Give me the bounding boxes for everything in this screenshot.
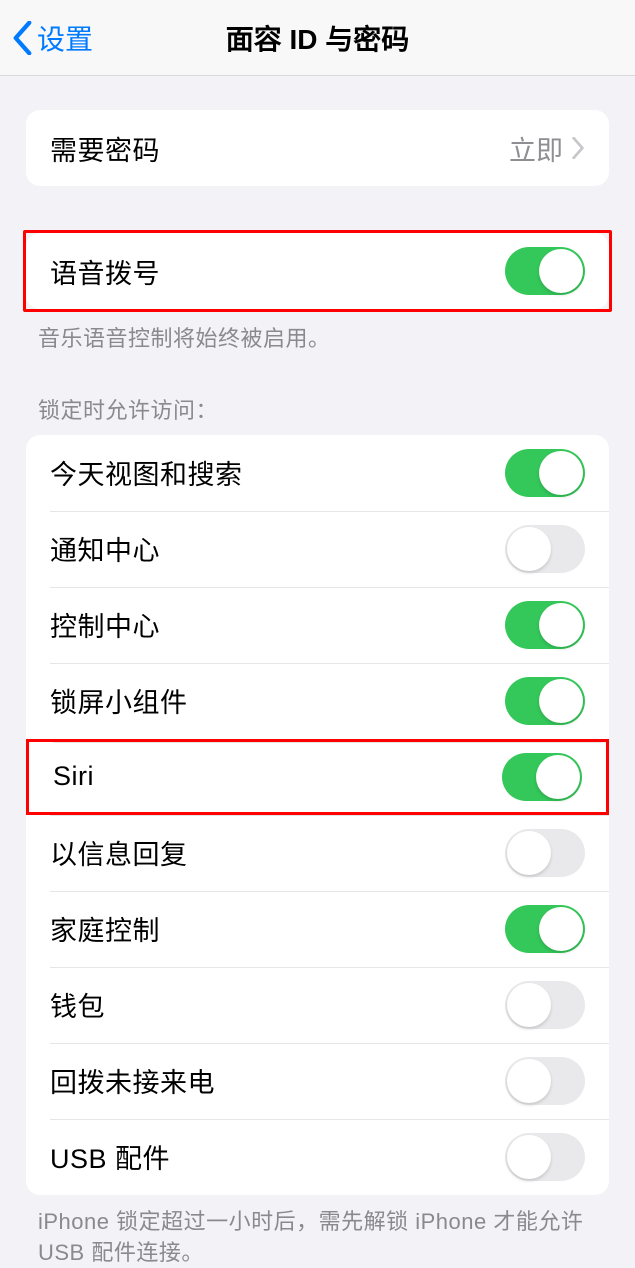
siri-toggle[interactable] [502,753,582,801]
voice-dial-footer: 音乐语音控制将始终被启用。 [26,312,609,355]
lock-widgets-row: 锁屏小组件 [26,663,609,739]
notification-center-label: 通知中心 [50,529,160,568]
reply-with-message-toggle[interactable] [505,829,585,877]
voice-dial-label: 语音拨号 [50,252,160,291]
require-passcode-label: 需要密码 [50,129,160,168]
home-control-row: 家庭控制 [26,891,609,967]
nav-header: 设置 面容 ID 与密码 [0,0,635,76]
today-view-toggle[interactable] [505,449,585,497]
lock-widgets-toggle[interactable] [505,677,585,725]
require-passcode-group: 需要密码 立即 [26,110,609,186]
usb-accessories-label: USB 配件 [50,1137,170,1176]
today-view-label: 今天视图和搜索 [50,453,243,492]
siri-label: Siri [53,761,94,792]
require-passcode-value: 立即 [509,129,585,168]
home-control-label: 家庭控制 [50,909,160,948]
voice-dial-group: 语音拨号 [26,233,609,309]
require-passcode-row[interactable]: 需要密码 立即 [26,110,609,186]
back-label: 设置 [37,18,93,58]
highlight-voice-dial: 语音拨号 [23,230,612,312]
lock-widgets-label: 锁屏小组件 [50,681,188,720]
control-center-row: 控制中心 [26,587,609,663]
wallet-toggle[interactable] [505,981,585,1029]
lock-access-header: 锁定时允许访问： [26,385,609,435]
return-missed-calls-row: 回拨未接来电 [26,1043,609,1119]
control-center-toggle[interactable] [505,601,585,649]
chevron-left-icon [12,21,33,55]
usb-accessories-toggle[interactable] [505,1133,585,1181]
lock-access-group: 今天视图和搜索 通知中心 控制中心 锁屏小组件 Siri 以信息回复 家庭控制 [26,435,609,1195]
back-button[interactable]: 设置 [12,18,93,58]
return-missed-calls-toggle[interactable] [505,1057,585,1105]
wallet-row: 钱包 [26,967,609,1043]
highlight-siri: Siri [26,739,609,815]
voice-dial-row: 语音拨号 [26,233,609,309]
home-control-toggle[interactable] [505,905,585,953]
notification-center-row: 通知中心 [26,511,609,587]
voice-dial-toggle[interactable] [505,247,585,295]
notification-center-toggle[interactable] [505,525,585,573]
today-view-row: 今天视图和搜索 [26,435,609,511]
page-title: 面容 ID 与密码 [226,18,410,58]
return-missed-calls-label: 回拨未接来电 [50,1061,215,1100]
reply-with-message-row: 以信息回复 [26,815,609,891]
reply-with-message-label: 以信息回复 [50,833,188,872]
control-center-label: 控制中心 [50,605,160,644]
wallet-label: 钱包 [50,985,105,1024]
chevron-right-icon [571,137,585,159]
usb-accessories-row: USB 配件 [26,1119,609,1195]
usb-footer: iPhone 锁定超过一小时后，需先解锁 iPhone 才能允许 USB 配件连… [26,1195,609,1268]
